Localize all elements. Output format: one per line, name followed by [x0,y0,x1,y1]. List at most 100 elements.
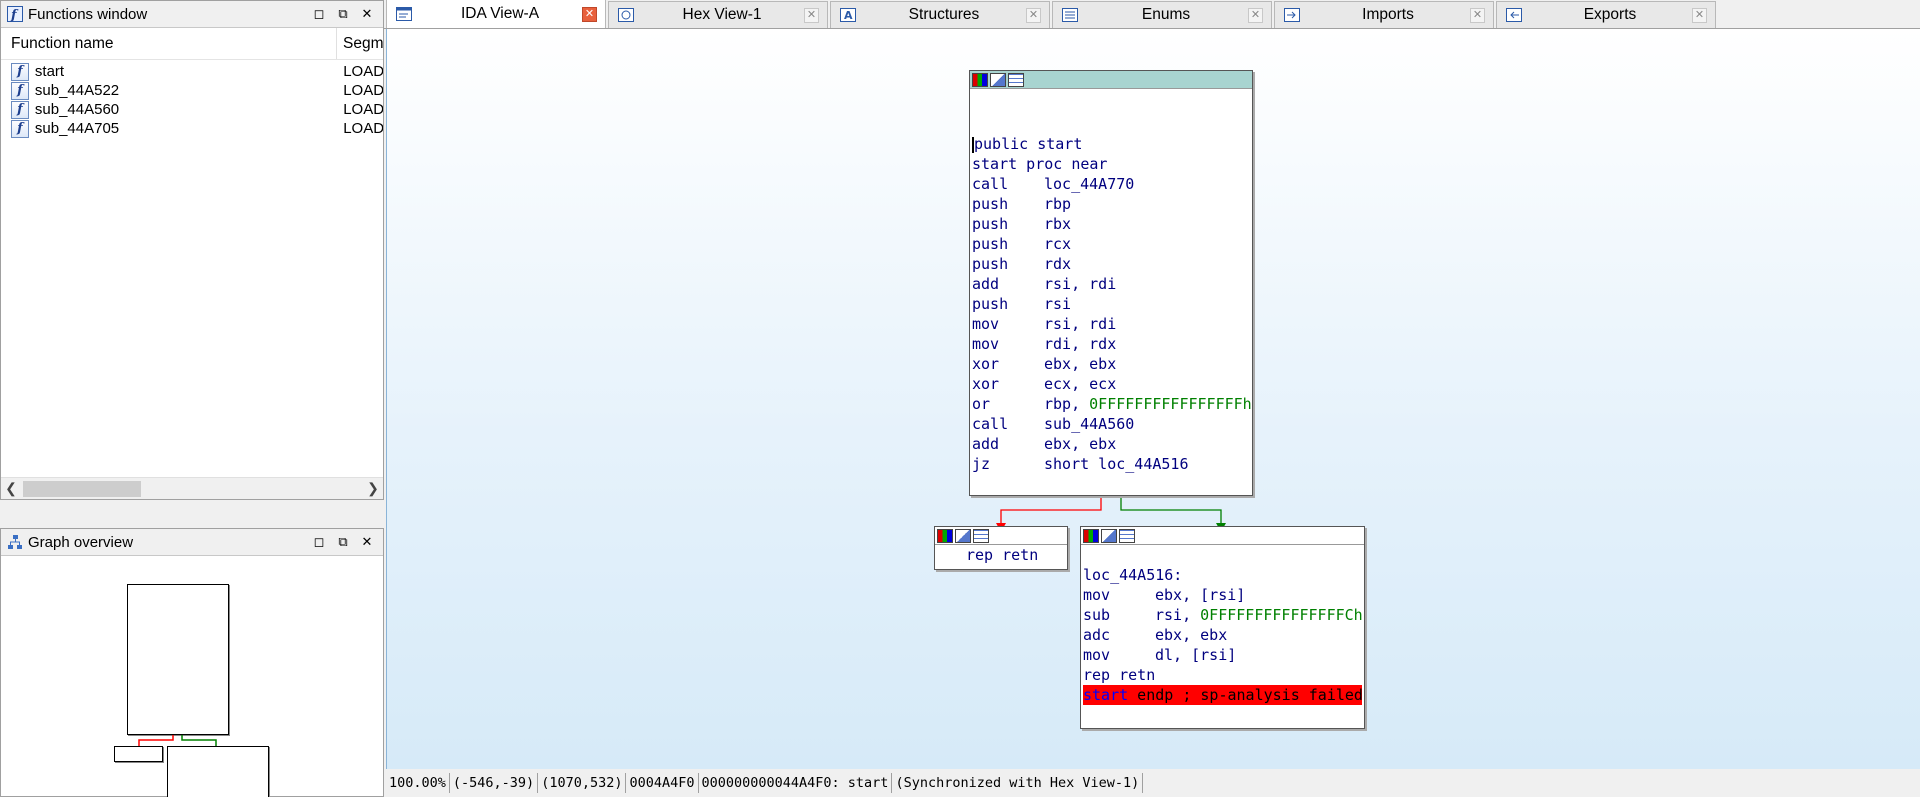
rename-icon[interactable] [1101,528,1117,543]
group-icon[interactable] [1119,528,1135,543]
function-segment: LOAD [343,63,383,80]
code-line[interactable]: push rbx [970,214,1252,234]
code-line[interactable]: mov rsi, rdi [970,314,1252,334]
code-line[interactable]: add ebx, ebx [970,434,1252,454]
overview-left-block [114,746,163,762]
tab-ida-view-a[interactable]: IDA View-A ✕ [386,0,606,28]
ida-graph-view[interactable]: public start start proc near call loc_44A… [386,29,1920,769]
scroll-thumb[interactable] [23,480,141,497]
tab-imports[interactable]: Imports ✕ [1274,1,1494,28]
current-address: 000000000044A4F0: start [699,773,893,793]
functions-window-title: Functions window [28,5,148,23]
function-name: sub_44A522 [34,82,120,99]
column-function-name[interactable]: Function name [1,28,337,59]
close-icon[interactable]: ✕ [355,532,379,552]
tab-label: Exports [1583,6,1637,23]
graph-node-start[interactable]: public start start proc near call loc_44A… [969,70,1253,496]
code-line[interactable]: mov ebx, [rsi] [1081,585,1364,605]
group-icon[interactable] [1008,72,1024,87]
function-icon: f [11,81,29,100]
code-line[interactable]: start proc near [970,154,1252,174]
code-line[interactable]: adc ebx, ebx [1081,625,1364,645]
close-icon[interactable]: ✕ [1470,7,1485,23]
graph-overview-titlebar[interactable]: Graph overview ◻ ⧉ ✕ [1,529,383,556]
code-line[interactable]: call sub_44A560 [970,414,1252,434]
cursor-coords: (1070,532) [538,773,627,793]
tab-exports[interactable]: Exports ✕ [1496,1,1716,28]
horizontal-scrollbar[interactable]: ❮ ❯ [1,477,383,499]
close-icon[interactable]: ✕ [1248,7,1263,23]
color-icon[interactable] [972,72,988,87]
sp-analysis-failed-line[interactable]: start endp ; sp-analysis failed [1083,685,1363,705]
code-line[interactable]: mov dl, [rsi] [1081,645,1364,665]
graph-node-loc-44a516[interactable]: loc_44A516: mov ebx, [rsi] sub rsi, 0FFFFF… [1080,526,1365,729]
functions-table-header: Function name Segm [1,28,383,60]
functions-window-titlebar[interactable]: f Functions window ◻ ⧉ ✕ [1,1,383,28]
code-line[interactable]: public start [970,134,1252,154]
table-row[interactable]: f sub_44A560 LOAD [1,100,383,119]
table-row[interactable]: f sub_44A522 LOAD [1,81,383,100]
code-line[interactable]: push rbp [970,194,1252,214]
table-row[interactable]: f sub_44A705 LOAD [1,119,383,138]
graph-node-rep-retn[interactable]: rep retn [934,526,1068,570]
code-line[interactable]: xor ebx, ebx [970,354,1252,374]
code-line[interactable]: add rsi, rdi [970,274,1252,294]
code-line[interactable]: call loc_44A770 [970,174,1252,194]
tab-bar: IDA View-A ✕ Hex View-1 ✕ A Structures ✕… [384,0,1920,29]
scroll-left-icon[interactable]: ❮ [1,480,21,497]
node-header [970,71,1252,89]
code-line[interactable]: xor ecx, ecx [970,374,1252,394]
code-line[interactable]: sub rsi, 0FFFFFFFFFFFFFFFCh [1081,605,1364,625]
graph-offset: (-546,-39) [450,773,539,793]
close-icon[interactable]: ✕ [355,4,379,24]
tab-structures[interactable]: A Structures ✕ [830,1,1050,28]
functions-icon: f [7,6,23,22]
rename-icon[interactable] [990,72,1006,87]
file-offset: 0004A4F0 [626,773,699,793]
graph-overview-window: Graph overview ◻ ⧉ ✕ [0,528,384,797]
code-line[interactable]: push rcx [970,234,1252,254]
scroll-right-icon[interactable]: ❯ [363,480,383,497]
color-icon[interactable] [1083,528,1099,543]
scroll-track[interactable] [21,480,363,497]
column-segment[interactable]: Segm [337,35,383,53]
close-icon[interactable]: ✕ [1692,7,1707,23]
function-segment: LOAD [343,120,383,137]
color-icon[interactable] [937,528,953,543]
rename-icon[interactable] [955,528,971,543]
function-segment: LOAD [343,82,383,99]
close-icon[interactable]: ✕ [804,7,819,23]
overview-right-block [167,746,269,797]
code-line[interactable]: mov rdi, rdx [970,334,1252,354]
tab-hex-view-1[interactable]: Hex View-1 ✕ [608,1,828,28]
float-icon[interactable]: ⧉ [331,532,355,552]
function-name: sub_44A560 [34,101,120,118]
close-icon[interactable]: ✕ [582,6,597,22]
function-name: start [34,63,65,80]
float-icon[interactable]: ⧉ [331,4,355,24]
group-icon[interactable] [973,528,989,543]
tab-label: Hex View-1 [682,6,762,23]
graph-overview-title: Graph overview [28,533,134,551]
code-line[interactable]: jz short loc_44A516 [970,454,1252,474]
code-label[interactable]: loc_44A516: [1081,565,1364,585]
graph-overview-canvas[interactable] [1,556,383,797]
code-line[interactable]: push rsi [970,294,1252,314]
restore-icon[interactable]: ◻ [307,4,331,24]
code-line[interactable]: or rbp, 0FFFFFFFFFFFFFFFFh [970,394,1252,414]
enums-icon [1061,7,1078,24]
function-icon: f [11,62,29,81]
code-line[interactable]: rep retn [1081,665,1364,685]
close-icon[interactable]: ✕ [1026,7,1041,23]
function-icon: f [11,100,29,119]
functions-list: f start LOAD f sub_44A522 LOAD f sub_44A… [1,60,383,138]
function-icon: f [11,119,29,138]
tab-enums[interactable]: Enums ✕ [1052,1,1272,28]
exports-icon [1505,7,1522,24]
table-row[interactable]: f start LOAD [1,62,383,81]
function-segment: LOAD [343,101,383,118]
code-line[interactable]: push rdx [970,254,1252,274]
restore-icon[interactable]: ◻ [307,532,331,552]
tab-label: IDA View-A [460,5,540,22]
code-line[interactable]: rep retn [935,545,1067,565]
